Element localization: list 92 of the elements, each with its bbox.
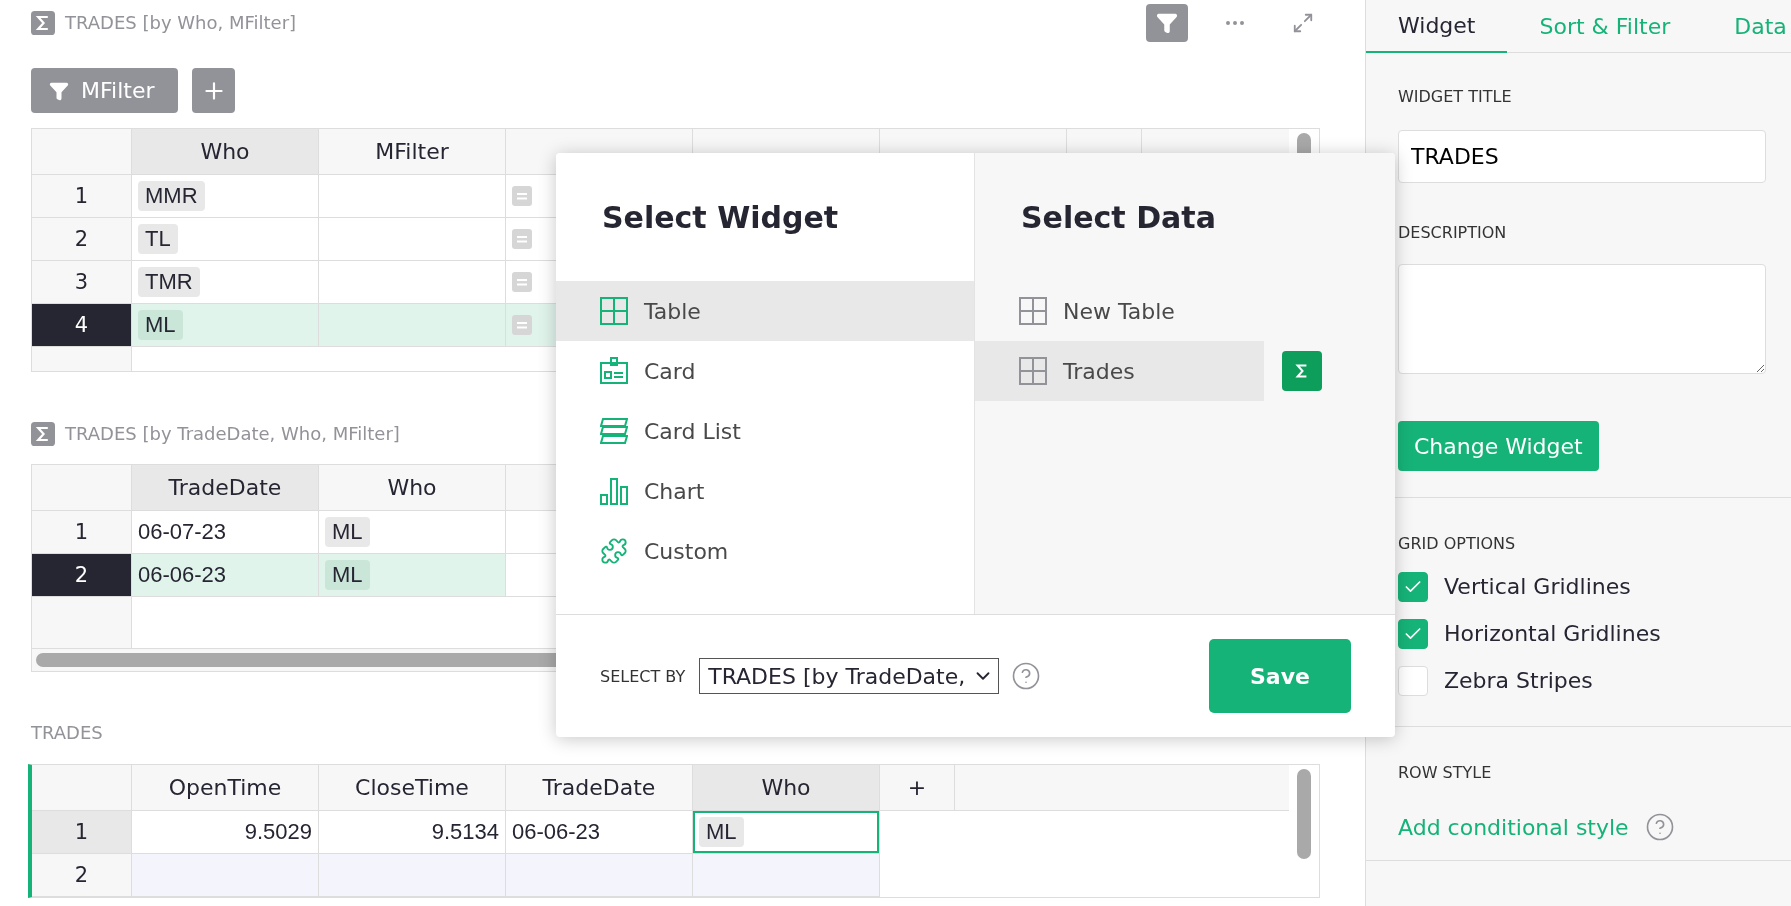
column-header[interactable]: Who — [693, 765, 880, 811]
table-cell[interactable]: MMR — [132, 175, 319, 218]
widget-option[interactable]: Card List — [556, 401, 974, 461]
section-label: ROW STYLE — [1398, 763, 1493, 782]
formula-icon — [512, 229, 532, 249]
card-icon — [600, 357, 628, 385]
summary-button[interactable] — [1282, 351, 1322, 391]
dialog-title: Select Widget — [602, 199, 839, 235]
table-cell[interactable] — [506, 854, 693, 897]
checkbox[interactable] — [1398, 618, 1428, 649]
row-number[interactable]: 1 — [32, 811, 132, 854]
tag: MMR — [138, 181, 205, 211]
tag: TL — [138, 224, 178, 254]
row-number[interactable]: 4 — [32, 304, 132, 347]
bar-chart-icon — [600, 477, 628, 505]
tag: ML — [699, 817, 744, 847]
table-cell[interactable] — [693, 854, 880, 897]
row-number[interactable]: 2 — [32, 554, 132, 597]
table-icon — [1019, 297, 1047, 325]
select-by-label: SELECT BY — [600, 666, 686, 686]
row-number[interactable]: 1 — [32, 511, 132, 554]
expand-icon[interactable] — [1292, 11, 1314, 34]
help-icon[interactable] — [1644, 812, 1675, 842]
column-header[interactable]: TradeDate — [132, 465, 319, 511]
column-header[interactable]: Who — [319, 465, 506, 511]
scrollbar[interactable] — [1297, 769, 1311, 859]
summary-icon — [31, 10, 55, 35]
table-cell[interactable] — [319, 175, 506, 218]
widget-title-field[interactable]: TRADES — [1398, 130, 1766, 183]
column-header[interactable]: CloseTime — [319, 765, 506, 811]
field-label: WIDGET TITLE — [1398, 87, 1513, 106]
table-cell[interactable]: 06-06-23 — [506, 811, 693, 854]
table-cell[interactable]: TL — [132, 218, 319, 261]
widget-title: TRADES [by TradeDate, Who, MFilter] — [65, 423, 400, 444]
table-cell[interactable] — [319, 854, 506, 897]
table-cell[interactable] — [319, 261, 506, 304]
tag: ML — [138, 310, 183, 340]
tag: TMR — [138, 267, 200, 297]
data-option[interactable]: New Table — [975, 281, 1264, 341]
row-number[interactable]: 3 — [32, 261, 132, 304]
widget-title: TRADES — [31, 722, 103, 743]
filter-icon — [49, 80, 69, 101]
row-number[interactable]: 2 — [32, 218, 132, 261]
widget-title: TRADES [by Who, MFilter] — [65, 12, 297, 33]
column-header[interactable]: TradeDate — [506, 765, 693, 811]
table-cell[interactable]: ML — [319, 511, 506, 554]
section-label: GRID OPTIONS — [1398, 534, 1517, 553]
checkbox-label: Zebra Stripes — [1444, 668, 1593, 693]
filter-icon — [1156, 11, 1178, 34]
table-cell[interactable] — [319, 304, 506, 347]
add-filter-button[interactable] — [192, 68, 236, 113]
checkbox-label: Vertical Gridlines — [1444, 574, 1631, 599]
table-cell[interactable]: ML — [693, 811, 880, 854]
column-header[interactable]: OpenTime — [132, 765, 319, 811]
table-cell[interactable]: 9.5029 — [132, 811, 319, 854]
table-cell[interactable]: 06-06-23 — [132, 554, 319, 597]
data-option[interactable]: Trades — [975, 341, 1264, 401]
checkbox[interactable] — [1398, 571, 1428, 602]
table-icon — [600, 297, 628, 325]
formula-icon — [512, 315, 532, 335]
row-number[interactable]: 2 — [32, 854, 132, 897]
help-icon[interactable] — [1011, 661, 1042, 691]
tag: ML — [325, 517, 370, 547]
table-cell[interactable]: TMR — [132, 261, 319, 304]
table-cell[interactable] — [132, 854, 319, 897]
checkbox-label: Horizontal Gridlines — [1444, 621, 1661, 646]
widget-option[interactable]: Card — [556, 341, 974, 401]
table-cell[interactable]: ML — [132, 304, 319, 347]
column-header[interactable]: MFilter — [319, 129, 506, 175]
sort-filter-button[interactable] — [1146, 3, 1188, 42]
tag: ML — [325, 560, 370, 590]
table-cell[interactable]: 06-07-23 — [132, 511, 319, 554]
column-header[interactable]: Who — [132, 129, 319, 175]
table-cell[interactable]: 9.5134 — [319, 811, 506, 854]
widget-option[interactable]: Table — [556, 281, 974, 341]
panel-tab[interactable]: Widget — [1366, 0, 1508, 53]
puzzle-icon — [600, 537, 628, 565]
widget-option[interactable]: Chart — [556, 461, 974, 521]
summary-icon — [31, 421, 55, 446]
table-cell[interactable] — [319, 218, 506, 261]
formula-icon — [512, 272, 532, 292]
description-field[interactable] — [1398, 264, 1766, 374]
row-number[interactable]: 1 — [32, 175, 132, 218]
field-label: DESCRIPTION — [1398, 223, 1508, 242]
card-list-icon — [600, 417, 628, 445]
select-by-dropdown[interactable]: TRADES [by TradeDate, — [699, 658, 1000, 694]
dialog-title: Select Data — [1021, 199, 1216, 235]
widget-option[interactable]: Custom — [556, 521, 974, 581]
table-cell[interactable]: ML — [319, 554, 506, 597]
formula-icon — [512, 186, 532, 206]
table-icon — [1019, 357, 1047, 385]
column-header[interactable]: + — [880, 765, 955, 811]
